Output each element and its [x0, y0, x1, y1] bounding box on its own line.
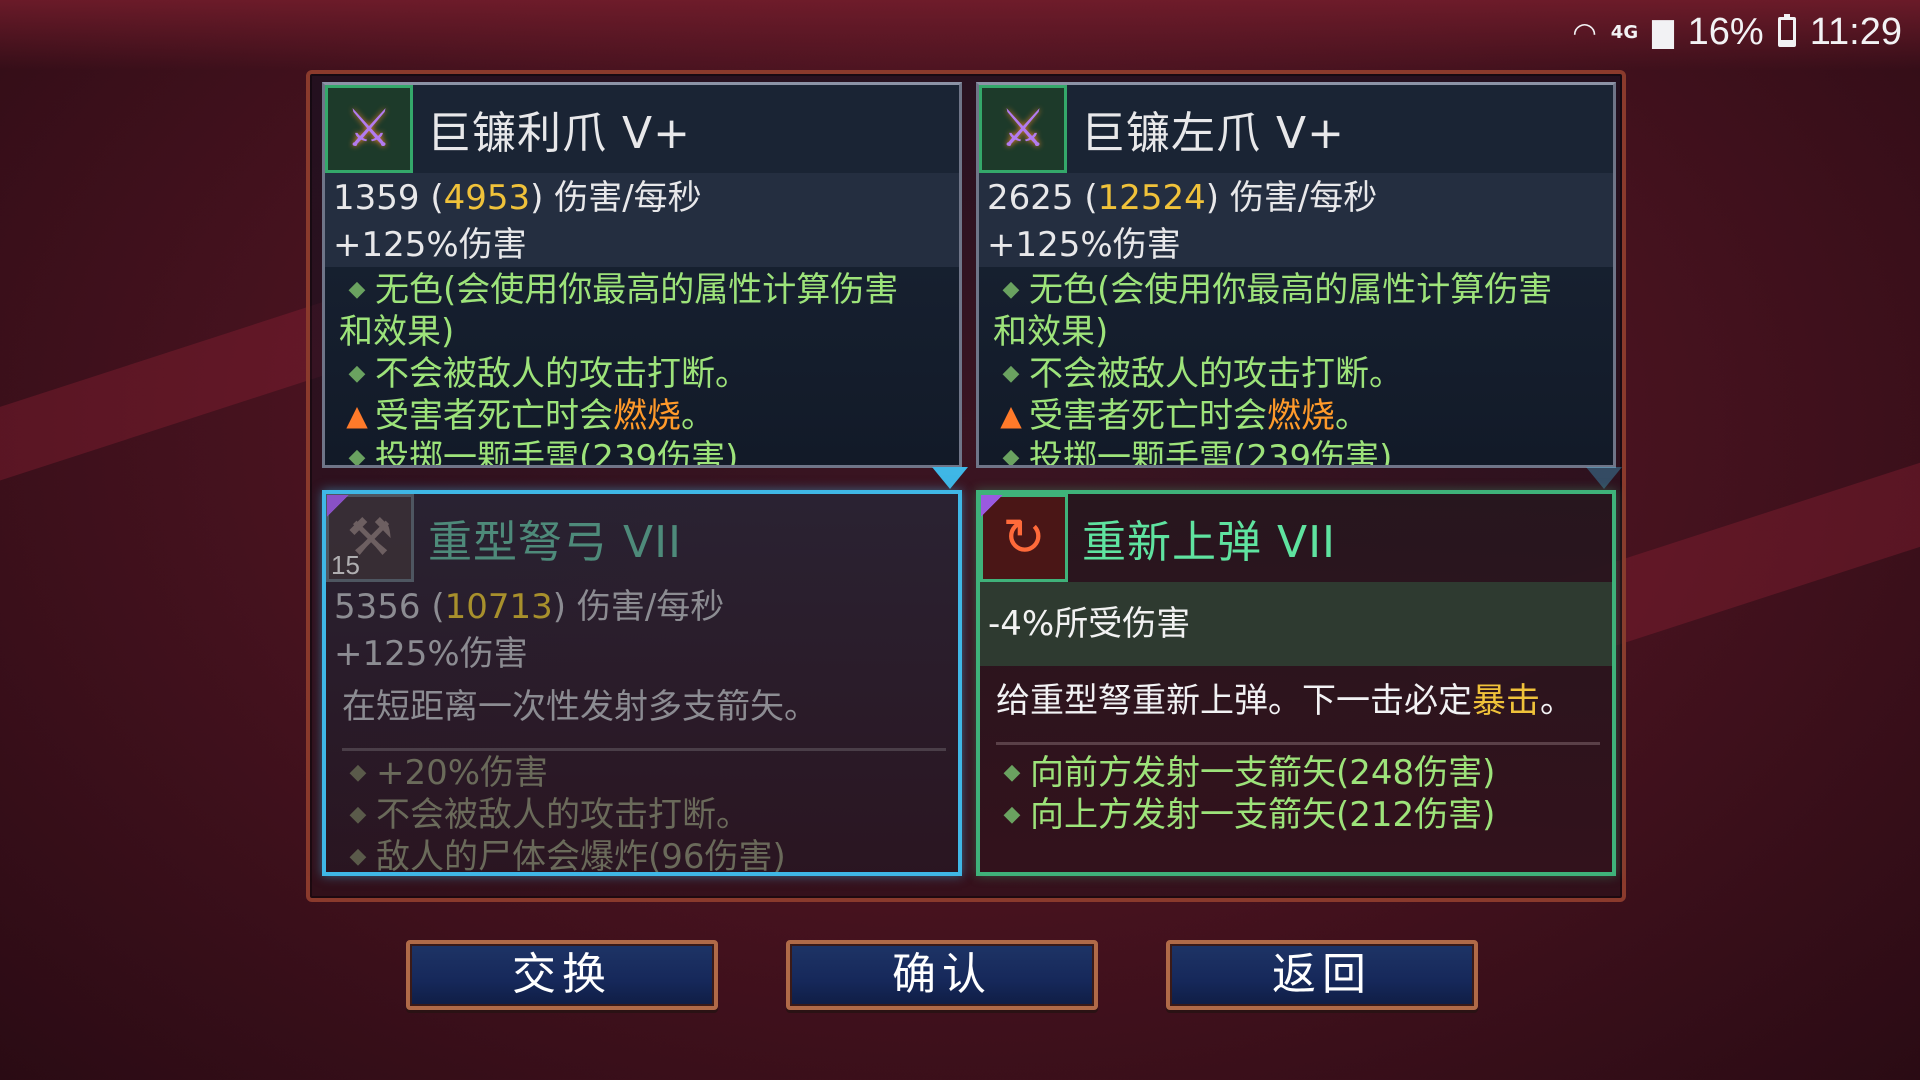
diamond-bullet-icon: ◆ — [1003, 802, 1021, 827]
back-button[interactable]: 返回 — [1166, 940, 1478, 1010]
effect-list: ◆ 无色(会使用你最高的属性计算伤害 和效果) ◆ 不会被敌人的攻击打断。 ▲ 受害者… — [339, 269, 949, 468]
battery-percent: 16% — [1687, 10, 1764, 53]
effect-item: ◆ 不会被敌人的攻击打断。 — [340, 794, 948, 836]
card-header: ⚔ 巨镰利爪 V+ — [325, 85, 959, 173]
effect-item: ◆ 敌人的尸体会爆炸(96伤害) — [340, 836, 948, 872]
confirm-button[interactable]: 确认 — [786, 940, 1098, 1010]
effect-item: ▲ 受害者死亡时会 燃烧。 — [339, 395, 949, 437]
swap-button[interactable]: 交换 — [406, 940, 718, 1010]
item-bonus: +125%伤害 — [979, 223, 1613, 267]
item-card-scythe-claw[interactable]: ⚔ 巨镰利爪 V+ 1359 (4953) 伤害/每秒 +125%伤害 ◆ 无色(… — [322, 82, 962, 468]
item-bonus: +125%伤害 — [325, 223, 959, 267]
signal-icon: ▇ — [1652, 15, 1674, 49]
effect-item: ◆ 投掷一颗手雷(239伤害) — [993, 437, 1603, 468]
item-dps: 5356 (10713) 伤害/每秒 — [334, 587, 725, 627]
effect-item: ◆ 向前方发射一支箭矢(248伤害) — [994, 752, 1602, 794]
item-title: 重型弩弓 VII — [428, 517, 683, 568]
effect-item: ◆ +20%伤害 — [340, 752, 948, 794]
fire-icon: ▲ — [346, 399, 368, 432]
card-header: ↻ 重新上弹 VII — [980, 494, 1612, 582]
item-comparison-panel: ⚔ 巨镰利爪 V+ 1359 (4953) 伤害/每秒 +125%伤害 ◆ 无色(… — [306, 70, 1626, 902]
heavy-crossbow-icon: ⚒ 15 — [326, 494, 414, 582]
item-bonus: -4%所受伤害 — [980, 582, 1612, 666]
effect-item: ◆ 无色(会使用你最高的属性计算伤害 — [993, 269, 1603, 311]
effect-item: ◆ 投掷一颗手雷(239伤害) — [339, 437, 949, 468]
rarity-corner — [981, 495, 1003, 517]
clock: 11:29 — [1809, 10, 1902, 53]
selection-pointer-icon — [932, 467, 968, 489]
item-description: 在短距离一次性发射多支箭矢。 — [342, 680, 946, 751]
rarity-corner — [327, 495, 349, 517]
item-title: 重新上弹 VII — [1082, 517, 1337, 568]
diamond-bullet-icon: ◆ — [349, 844, 367, 869]
diamond-bullet-icon: ◆ — [349, 802, 367, 827]
battery-fill — [1780, 40, 1793, 44]
effect-item-continued: 和效果) — [339, 312, 455, 352]
status-bar: ◠ 4G ▇ 16% 11:29 — [1572, 10, 1902, 54]
effect-list: ◆ 向前方发射一支箭矢(248伤害) ◆ 向上方发射一支箭矢(212伤害) — [994, 752, 1602, 836]
effect-item-continued: 和效果) — [993, 312, 1109, 352]
effect-item: ◆ 无色(会使用你最高的属性计算伤害 — [339, 269, 949, 311]
diamond-bullet-icon: ◆ — [348, 361, 366, 386]
scythe-claw-icon: ⚔ — [325, 85, 413, 173]
effect-list: ◆ +20%伤害 ◆ 不会被敌人的攻击打断。 ◆ 敌人的尸体会爆炸(96伤害) — [340, 752, 948, 872]
card-header: ⚔ 巨镰左爪 V+ — [979, 85, 1613, 173]
item-description: 给重型弩重新上弹。下一击必定暴击。 — [996, 674, 1600, 745]
effect-item: ▲ 受害者死亡时会 燃烧。 — [993, 395, 1603, 437]
diamond-bullet-icon: ◆ — [1002, 277, 1020, 302]
effect-list: ◆ 无色(会使用你最高的属性计算伤害 和效果) ◆ 不会被敌人的攻击打断。 ▲ 受害者… — [993, 269, 1603, 468]
network-type: 4G — [1610, 21, 1639, 43]
item-title: 巨镰左爪 V+ — [1081, 108, 1345, 159]
battery-icon — [1777, 14, 1796, 47]
item-card-scythe-left-claw[interactable]: ⚔ 巨镰左爪 V+ 2625 (12524) 伤害/每秒 +125%伤害 ◆ 无色… — [976, 82, 1616, 468]
reload-icon: ↻ — [980, 494, 1068, 582]
wifi-icon: ◠ — [1572, 15, 1597, 49]
effect-item: ◆ 向上方发射一支箭矢(212伤害) — [994, 794, 1602, 836]
selection-pointer-icon — [1586, 467, 1622, 489]
item-card-heavy-crossbow[interactable]: ⚒ 15 重型弩弓 VII 5356 (10713) 伤害/每秒 +125%伤害… — [322, 490, 962, 876]
diamond-bullet-icon: ◆ — [348, 445, 366, 468]
diamond-bullet-icon: ◆ — [1002, 445, 1020, 468]
scythe-claw-left-icon: ⚔ — [979, 85, 1067, 173]
item-dps: 1359 (4953) 伤害/每秒 — [325, 173, 959, 223]
diamond-bullet-icon: ◆ — [348, 277, 366, 302]
effect-item: ◆ 不会被敌人的攻击打断。 — [339, 353, 949, 395]
card-header: ⚒ 15 重型弩弓 VII — [326, 494, 958, 582]
fire-icon: ▲ — [1000, 399, 1022, 432]
item-level: 15 — [331, 550, 360, 580]
item-bonus: +125%伤害 — [334, 634, 528, 674]
diamond-bullet-icon: ◆ — [349, 760, 367, 785]
item-card-reload[interactable]: ↻ 重新上弹 VII -4%所受伤害 给重型弩重新上弹。下一击必定暴击。 ◆ 向前… — [976, 490, 1616, 876]
item-dps: 2625 (12524) 伤害/每秒 — [979, 173, 1613, 223]
diamond-bullet-icon: ◆ — [1002, 361, 1020, 386]
diamond-bullet-icon: ◆ — [1003, 760, 1021, 785]
effect-item: ◆ 不会被敌人的攻击打断。 — [993, 353, 1603, 395]
item-title: 巨镰利爪 V+ — [427, 108, 691, 159]
